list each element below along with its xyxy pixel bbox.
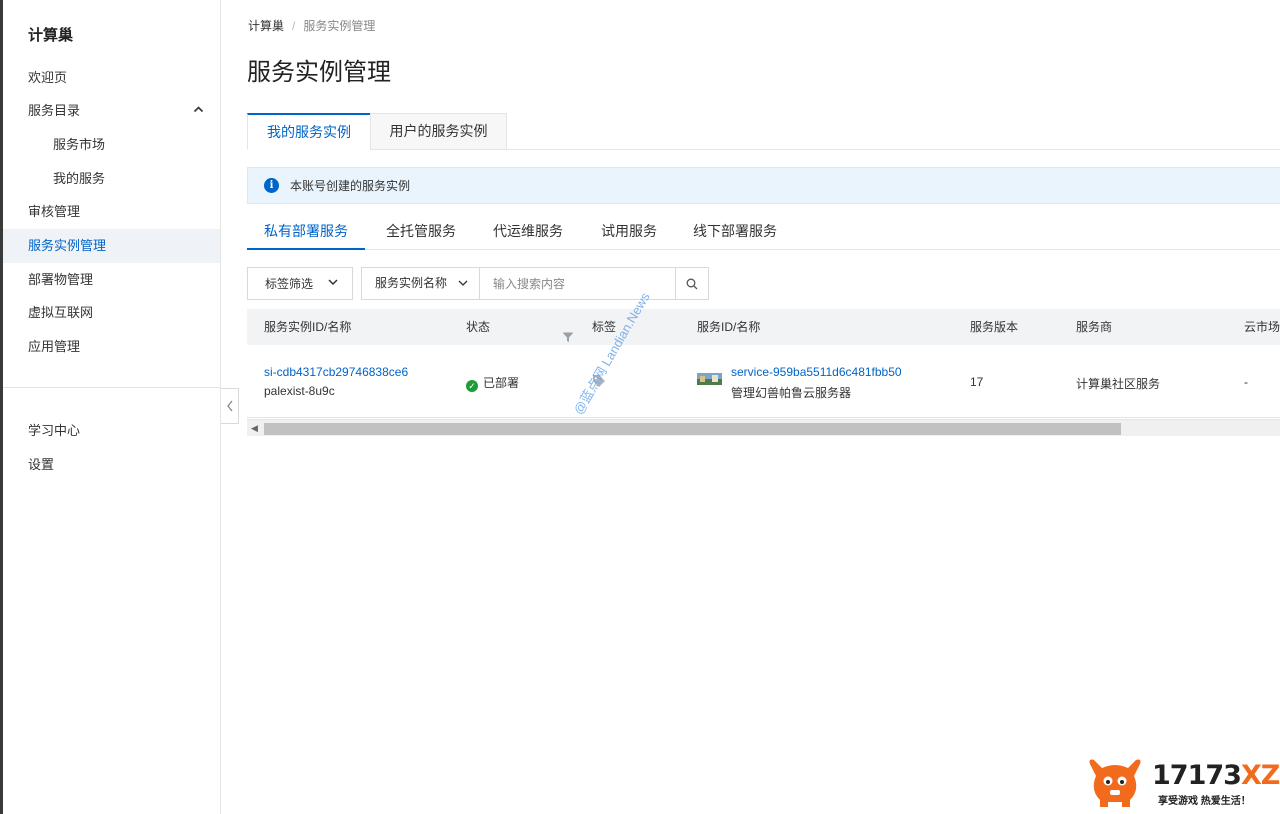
column-header-service: 服务ID/名称 xyxy=(697,320,761,334)
sidebar-item-label: 审核管理 xyxy=(28,204,81,219)
page-title: 服务实例管理 xyxy=(247,59,391,86)
site-logo: 17173XZ 享受游戏 热爱生活！ xyxy=(1086,756,1280,808)
sidebar-item-label: 学习中心 xyxy=(28,423,81,438)
sidebar-item-review[interactable]: 审核管理 xyxy=(3,195,220,229)
column-header-status: 状态 xyxy=(466,320,491,334)
sidebar-item-label: 部署物管理 xyxy=(28,272,94,287)
tab-private-deploy[interactable]: 私有部署服务 xyxy=(247,212,365,250)
sidebar-item-label: 应用管理 xyxy=(28,339,81,354)
sidebar-collapse-button[interactable] xyxy=(221,388,239,424)
chevron-up-icon xyxy=(193,94,204,128)
tab-offline-deploy[interactable]: 线下部署服务 xyxy=(693,212,777,250)
tab-fully-managed[interactable]: 全托管服务 xyxy=(386,212,456,250)
info-icon: i xyxy=(264,178,279,193)
scroll-left-arrow-icon[interactable]: ◀ xyxy=(251,423,258,434)
service-thumbnail xyxy=(697,373,722,388)
table-header: 服务实例ID/名称 状态 标签 服务ID/名称 服务版本 服务商 云市场 xyxy=(247,309,1280,345)
search-icon xyxy=(686,278,698,289)
logo-slogan: 享受游戏 热爱生活！ xyxy=(1158,796,1251,807)
service-id-link[interactable]: service-959ba5511d6c481fbb50 xyxy=(731,365,902,379)
sidebar-item-label: 服务市场 xyxy=(53,137,106,152)
sidebar-item-label: 设置 xyxy=(28,457,55,472)
scrollbar-thumb[interactable] xyxy=(264,423,1121,435)
instance-id-link[interactable]: si-cdb4317cb29746838ce6 xyxy=(264,365,408,379)
sidebar-divider xyxy=(3,387,220,388)
chevron-left-icon xyxy=(226,400,233,412)
sidebar-item-label: 欢迎页 xyxy=(28,70,68,85)
sidebar-item-learning-center[interactable]: 学习中心 xyxy=(3,414,220,448)
tab-trial[interactable]: 试用服务 xyxy=(601,212,657,250)
mascot-logo-icon xyxy=(1089,759,1141,807)
info-alert-text: 本账号创建的服务实例 xyxy=(290,179,411,193)
cloud-market-value: - xyxy=(1244,375,1248,389)
service-provider: 计算巢社区服务 xyxy=(1076,377,1161,391)
column-header-market: 云市场 xyxy=(1244,320,1280,334)
sidebar-item-label: 我的服务 xyxy=(53,171,106,186)
sidebar-item-virtual-network[interactable]: 虚拟互联网 xyxy=(3,296,220,330)
table-row: si-cdb4317cb29746838ce6 palexist-8u9c ✓ 已… xyxy=(247,345,1280,418)
service-version: 17 xyxy=(970,375,984,389)
sidebar-item-label: 服务目录 xyxy=(28,103,81,118)
sidebar-item-service-market[interactable]: 服务市场 xyxy=(3,128,220,162)
chevron-down-icon xyxy=(328,279,338,286)
column-header-version: 服务版本 xyxy=(970,320,1019,334)
search-field-label: 服务实例名称 xyxy=(375,276,448,290)
sidebar-item-settings[interactable]: 设置 xyxy=(3,448,220,482)
sidebar: 计算巢 欢迎页 服务目录 服务市场 我的服务 审核管理 服务实例管理 部署物管理… xyxy=(3,0,221,814)
tag-filter-label: 标签筛选 xyxy=(265,277,314,291)
tab-my-instances[interactable]: 我的服务实例 xyxy=(247,113,371,150)
search-button[interactable] xyxy=(675,268,708,299)
search-field-select[interactable]: 服务实例名称 xyxy=(362,268,480,299)
logo-brand-text: 17173XZ xyxy=(1152,760,1280,791)
instances-table: 服务实例ID/名称 状态 标签 服务ID/名称 服务版本 服务商 云市场 si-… xyxy=(247,309,1280,418)
tab-managed-ops[interactable]: 代运维服务 xyxy=(493,212,563,250)
sidebar-item-app-management[interactable]: 应用管理 xyxy=(3,330,220,364)
sidebar-item-artifacts[interactable]: 部署物管理 xyxy=(3,263,220,297)
check-circle-icon: ✓ xyxy=(466,380,478,392)
breadcrumb-current: 服务实例管理 xyxy=(303,19,376,33)
sidebar-title: 计算巢 xyxy=(28,27,74,44)
service-name: 管理幻兽帕鲁云服务器 xyxy=(731,386,852,400)
breadcrumb-separator: / xyxy=(292,19,296,33)
main-tabs: 我的服务实例 用户的服务实例 xyxy=(247,113,1280,150)
search-group: 服务实例名称 xyxy=(361,267,709,300)
chevron-down-icon xyxy=(458,280,468,286)
column-header-instance: 服务实例ID/名称 xyxy=(264,320,352,334)
horizontal-scrollbar[interactable]: ◀ xyxy=(247,419,1280,436)
breadcrumb: 计算巢 / 服务实例管理 xyxy=(248,17,375,34)
sidebar-item-welcome[interactable]: 欢迎页 xyxy=(3,61,220,95)
sidebar-item-my-services[interactable]: 我的服务 xyxy=(3,162,220,196)
tab-user-instances[interactable]: 用户的服务实例 xyxy=(370,113,507,150)
instance-name: palexist-8u9c xyxy=(264,384,335,398)
breadcrumb-root[interactable]: 计算巢 xyxy=(248,19,284,33)
sidebar-item-service-catalog[interactable]: 服务目录 xyxy=(3,94,220,128)
sidebar-item-label: 虚拟互联网 xyxy=(28,305,94,320)
status-badge: ✓ 已部署 xyxy=(466,374,519,392)
tag-filter-dropdown[interactable]: 标签筛选 xyxy=(247,267,353,300)
column-header-provider: 服务商 xyxy=(1076,320,1113,334)
sub-tabs: 私有部署服务 全托管服务 代运维服务 试用服务 线下部署服务 xyxy=(247,212,1280,250)
sidebar-item-label: 服务实例管理 xyxy=(28,238,107,253)
info-alert: i 本账号创建的服务实例 xyxy=(247,167,1280,204)
status-text: 已部署 xyxy=(483,376,520,390)
sidebar-item-instance-management[interactable]: 服务实例管理 xyxy=(3,229,220,263)
